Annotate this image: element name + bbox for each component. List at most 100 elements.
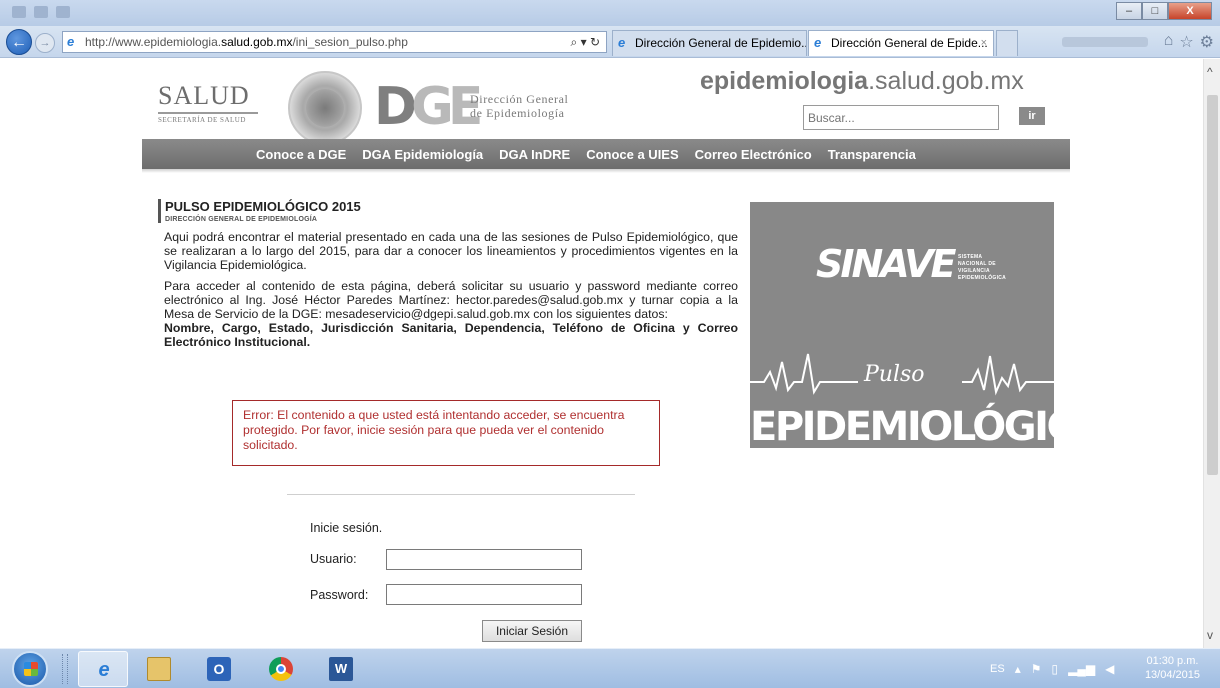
back-button[interactable]: ← bbox=[6, 29, 32, 55]
salud-logo[interactable]: SALUD SECRETARÍA DE SALUD bbox=[158, 81, 268, 124]
save-icon[interactable] bbox=[34, 6, 48, 18]
sinave-sub-line-1: SISTEMA bbox=[958, 254, 983, 260]
chrome-icon bbox=[269, 657, 293, 681]
clock-time: 01:30 p.m. bbox=[1146, 655, 1199, 667]
action-center-flag-icon[interactable]: ⚑ bbox=[1031, 662, 1042, 676]
taskbar-word[interactable]: W bbox=[316, 651, 366, 687]
show-hidden-icons[interactable]: ▴ bbox=[1015, 662, 1021, 676]
login-submit-button[interactable]: Iniciar Sesión bbox=[482, 620, 582, 642]
address-bar[interactable]: e http://www.epidemiologia.salud.gob.mx/… bbox=[62, 31, 607, 53]
menu-item-conoce-dge[interactable]: Conoce a DGE bbox=[256, 147, 346, 162]
site-domain-bold: epidemiologia bbox=[700, 67, 869, 95]
dge-logo-ge: GE bbox=[411, 77, 483, 137]
address-path: /ini_sesion_pulso.php bbox=[292, 35, 408, 49]
close-window-button[interactable]: X bbox=[1168, 2, 1212, 20]
outlook-icon: O bbox=[207, 657, 231, 681]
browser-tab-1[interactable]: e Dirección General de Epidemio... bbox=[612, 30, 807, 56]
password-label: Password: bbox=[310, 588, 369, 602]
forward-button[interactable]: → bbox=[35, 33, 55, 53]
system-tray: ES ▴ ⚑ ▯ ▂▄▆ ◀ bbox=[990, 649, 1114, 688]
pulso-script-text: Pulso bbox=[864, 362, 925, 387]
mexico-seal-logo bbox=[288, 71, 362, 145]
close-tab-icon[interactable]: × bbox=[981, 31, 987, 55]
main-content: PULSO EPIDEMIOLÓGICO 2015 DIRECCIÓN GENE… bbox=[158, 199, 738, 349]
menu-item-dga-epidemiologia[interactable]: DGA Epidemiología bbox=[362, 147, 483, 162]
home-icon[interactable]: ⌂ bbox=[1164, 32, 1174, 52]
windows-taskbar: e O W ES ▴ ⚑ ▯ ▂▄▆ ◀ 01:30 p.m. 13/04/20… bbox=[0, 648, 1220, 688]
login-title: Inicie sesión. bbox=[310, 521, 383, 535]
required-data-paragraph: Nombre, Cargo, Estado, Jurisdicción Sani… bbox=[164, 321, 738, 349]
page-title: PULSO EPIDEMIOLÓGICO 2015 bbox=[165, 199, 361, 214]
sinave-logo-subtitle: SISTEMA NACIONAL DE VIGILANCIA EPIDEMIOL… bbox=[958, 254, 1006, 282]
network-signal-icon[interactable]: ▂▄▆ bbox=[1068, 662, 1095, 676]
scroll-up-icon[interactable]: ^ bbox=[1207, 65, 1213, 79]
access-instructions-paragraph: Para acceder al contenido de esta página… bbox=[164, 279, 738, 321]
dge-name-line-2: de Epidemiología bbox=[470, 106, 565, 120]
language-indicator[interactable]: ES bbox=[990, 663, 1005, 675]
page-viewport: SALUD SECRETARÍA DE SALUD DGE Dirección … bbox=[0, 59, 1220, 648]
new-tab-button[interactable] bbox=[996, 30, 1018, 56]
maximize-button[interactable]: □ bbox=[1142, 2, 1168, 20]
tab-favicon-icon: e bbox=[814, 35, 822, 50]
window-icon bbox=[12, 6, 26, 18]
sinave-sub-line-2: NACIONAL DE bbox=[958, 261, 996, 267]
start-button[interactable] bbox=[12, 651, 48, 687]
scroll-thumb[interactable] bbox=[1207, 95, 1218, 475]
clock-date: 13/04/2015 bbox=[1144, 669, 1200, 681]
sinave-sub-line-4: EPIDEMIOLÓGICA bbox=[958, 275, 1007, 281]
menu-item-conoce-uies[interactable]: Conoce a UIES bbox=[586, 147, 678, 162]
browser-tab-2-active[interactable]: e Dirección General de Epide... × bbox=[808, 30, 994, 56]
vertical-scrollbar[interactable]: ^ v bbox=[1203, 59, 1220, 648]
error-message-box: Error: El contenido a que usted está int… bbox=[232, 400, 660, 466]
folder-icon bbox=[147, 657, 171, 681]
site-search-input[interactable] bbox=[803, 105, 999, 130]
menu-item-correo[interactable]: Correo Electrónico bbox=[695, 147, 812, 162]
volume-icon[interactable]: ◀ bbox=[1105, 662, 1114, 676]
search-refresh-icons[interactable]: ⌕ ▾ ↻ bbox=[571, 32, 600, 52]
taskbar-outlook[interactable]: O bbox=[194, 651, 244, 687]
salud-logo-rule bbox=[158, 112, 258, 114]
menu-item-dga-indre[interactable]: DGA InDRE bbox=[499, 147, 570, 162]
favorites-star-icon[interactable]: ☆ bbox=[1179, 32, 1193, 52]
dge-logo-name: Dirección General de Epidemiología bbox=[470, 92, 568, 120]
pulso-epidemiologico-banner: SINAVE SISTEMA NACIONAL DE VIGILANCIA EP… bbox=[750, 202, 1054, 448]
taskbar-chrome[interactable] bbox=[256, 651, 306, 687]
address-host: salud.gob.mx bbox=[221, 35, 293, 49]
dge-logo-d: D bbox=[374, 77, 417, 137]
menu-shadow bbox=[142, 169, 1070, 173]
minimize-button[interactable]: – bbox=[1116, 2, 1142, 20]
browser-toolbar-icons: ⌂ ☆ ⚙ bbox=[1164, 32, 1214, 52]
tab-1-label: Dirección General de Epidemio... bbox=[635, 36, 807, 50]
taskbar-file-explorer[interactable] bbox=[134, 651, 184, 687]
username-input[interactable] bbox=[386, 549, 582, 570]
browser-title-bar: – □ X bbox=[0, 0, 1220, 26]
undo-icon[interactable] bbox=[56, 6, 70, 18]
sinave-sub-line-3: VIGILANCIA bbox=[958, 268, 990, 274]
site-search-button[interactable]: ir bbox=[1019, 107, 1045, 125]
taskbar-internet-explorer[interactable]: e bbox=[78, 651, 128, 687]
username-label: Usuario: bbox=[310, 552, 357, 566]
taskbar-clock[interactable]: 01:30 p.m. 13/04/2015 bbox=[1145, 654, 1200, 682]
page-subtitle: DIRECCIÓN GENERAL DE EPIDEMIOLOGÍA bbox=[165, 216, 318, 223]
menu-item-transparencia[interactable]: Transparencia bbox=[828, 147, 916, 162]
chrome-icon-center bbox=[276, 664, 286, 674]
dge-logo-mark[interactable]: DGE bbox=[374, 81, 483, 133]
blurred-user-name bbox=[1062, 37, 1148, 47]
browser-nav-row: ← → e http://www.epidemiologia.salud.gob… bbox=[0, 26, 1220, 58]
windows-logo-icon bbox=[24, 662, 38, 676]
tools-gear-icon[interactable]: ⚙ bbox=[1200, 32, 1214, 52]
internet-explorer-icon: e bbox=[98, 659, 110, 681]
tab-favicon-icon: e bbox=[618, 35, 626, 50]
password-input[interactable] bbox=[386, 584, 582, 605]
intro-paragraph: Aqui podrá encontrar el material present… bbox=[164, 230, 738, 272]
taskbar-separator bbox=[62, 654, 68, 684]
seal-center bbox=[306, 89, 344, 127]
word-icon: W bbox=[329, 657, 353, 681]
sinave-logo: SINAVE bbox=[816, 242, 957, 286]
tab-2-label: Dirección General de Epide... bbox=[831, 36, 988, 50]
salud-logo-title: SALUD bbox=[158, 81, 250, 110]
epidemiologico-big-text: EPIDEMIOLÓGICO bbox=[750, 404, 1054, 448]
site-domain-title: epidemiologia.salud.gob.mx bbox=[700, 67, 1024, 96]
scroll-down-icon[interactable]: v bbox=[1207, 628, 1213, 642]
battery-icon[interactable]: ▯ bbox=[1051, 662, 1058, 676]
